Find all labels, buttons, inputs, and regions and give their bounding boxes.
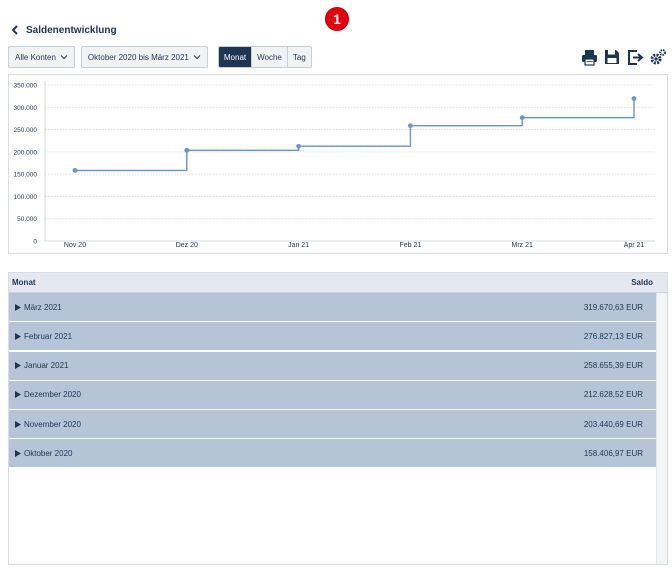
action-icons [576,46,668,68]
chevron-down-icon [60,55,68,60]
row-balance: 203.440,69 EUR [583,419,643,429]
data-point[interactable] [296,143,301,149]
row-balance: 276.827,13 EUR [583,331,643,341]
row-month-cell: Dezember 2020 [15,390,81,399]
row-month-cell: Oktober 2020 [15,449,72,458]
y-tick-label: 250.000 [14,127,38,134]
row-month: Dezember 2020 [24,390,81,400]
row-month: November 2020 [24,419,81,429]
x-tick-label: Mrz 21 [511,242,533,249]
save-icon[interactable] [602,47,622,67]
row-month: März 2021 [24,302,62,312]
table-row[interactable]: März 2021 319.670,63 EUR [9,293,657,321]
table-row[interactable]: Oktober 2020 158.406,97 EUR [9,439,657,468]
filter-toolbar: Alle Konten Oktober 2020 bis März 2021 M… [8,46,312,68]
row-balance: 158.406,97 EUR [583,448,643,458]
data-point[interactable] [519,115,525,121]
table-header: Monat Saldo [9,273,667,293]
granularity-week-button[interactable]: Woche [251,47,287,67]
row-month: Februar 2021 [24,331,73,341]
x-tick-label: Feb 21 [400,242,422,249]
row-balance: 319.670,63 EUR [583,302,643,312]
chevron-down-icon [193,55,201,60]
page-title: Saldenentwicklung [26,24,117,36]
period-dropdown[interactable]: Oktober 2020 bis März 2021 [80,46,208,68]
x-tick-label: Dez 20 [176,242,198,249]
settings-icon[interactable] [648,47,668,67]
balance-chart-svg: 0 50.000 100.000 150.000 200.000 250.000 300.0… [14,81,655,249]
row-balance: 212.628,52 EUR [583,390,643,400]
granularity-day-button[interactable]: Tag [286,47,311,67]
data-point[interactable] [631,96,637,101]
y-tick-label: 350.000 [14,83,38,90]
expand-triangle-icon [15,420,21,428]
row-month: Oktober 2020 [24,448,73,458]
balance-series-line [75,98,635,172]
expand-triangle-icon [15,332,21,340]
row-month-cell: November 2020 [15,420,81,429]
period-dropdown-label: Oktober 2020 bis März 2021 [87,52,189,62]
column-header-balance: Saldo [631,278,653,287]
row-month-cell: Januar 2021 [15,361,68,370]
expand-triangle-icon [15,303,21,311]
expand-triangle-icon [15,391,21,399]
y-tick-label: 0 [33,239,37,246]
x-tick-label: Nov 20 [64,242,86,249]
row-month-cell: Februar 2021 [15,332,72,341]
data-point[interactable] [184,147,190,153]
y-tick-label: 300.000 [14,105,38,112]
print-icon[interactable] [579,47,599,67]
y-tick-label: 150.000 [14,172,38,179]
y-tick-label: 200.000 [14,149,38,156]
granularity-month-button[interactable]: Monat [218,47,252,67]
y-tick-label: 100.000 [14,194,38,201]
expand-triangle-icon [15,362,21,370]
granularity-toggle: Monat Woche Tag [217,46,312,68]
balance-chart: 0 50.000 100.000 150.000 200.000 250.000 300.0… [8,74,668,254]
table-row[interactable]: Dezember 2020 212.628,52 EUR [9,380,657,409]
row-balance: 258.655,39 EUR [583,361,643,371]
data-point[interactable] [408,123,413,129]
annotation-badge-1: 1 [325,7,349,31]
data-point[interactable] [72,167,78,173]
expand-triangle-icon [15,449,21,457]
accounts-dropdown[interactable]: Alle Konten [8,46,75,68]
balance-table: Monat Saldo März 2021 319.670,63 EUR Febru… [8,272,668,565]
x-tick-label: Apr 21 [624,242,645,249]
back-link[interactable]: Saldenentwicklung [8,22,117,38]
chevron-left-icon [11,25,18,35]
export-icon[interactable] [625,47,645,67]
accounts-dropdown-label: Alle Konten [15,52,56,62]
row-month: Januar 2021 [24,361,69,371]
column-header-month: Monat [12,278,36,287]
table-scrollbar[interactable] [656,293,667,564]
x-tick-label: Jan 21 [288,242,309,249]
table-body: März 2021 319.670,63 EUR Februar 2021 276.8… [9,293,667,468]
table-row[interactable]: Februar 2021 276.827,13 EUR [9,322,657,351]
table-row[interactable]: Januar 2021 258.655,39 EUR [9,351,657,380]
row-month-cell: März 2021 [15,303,62,312]
table-row[interactable]: November 2020 203.440,69 EUR [9,410,657,439]
y-tick-label: 50.000 [17,216,37,223]
